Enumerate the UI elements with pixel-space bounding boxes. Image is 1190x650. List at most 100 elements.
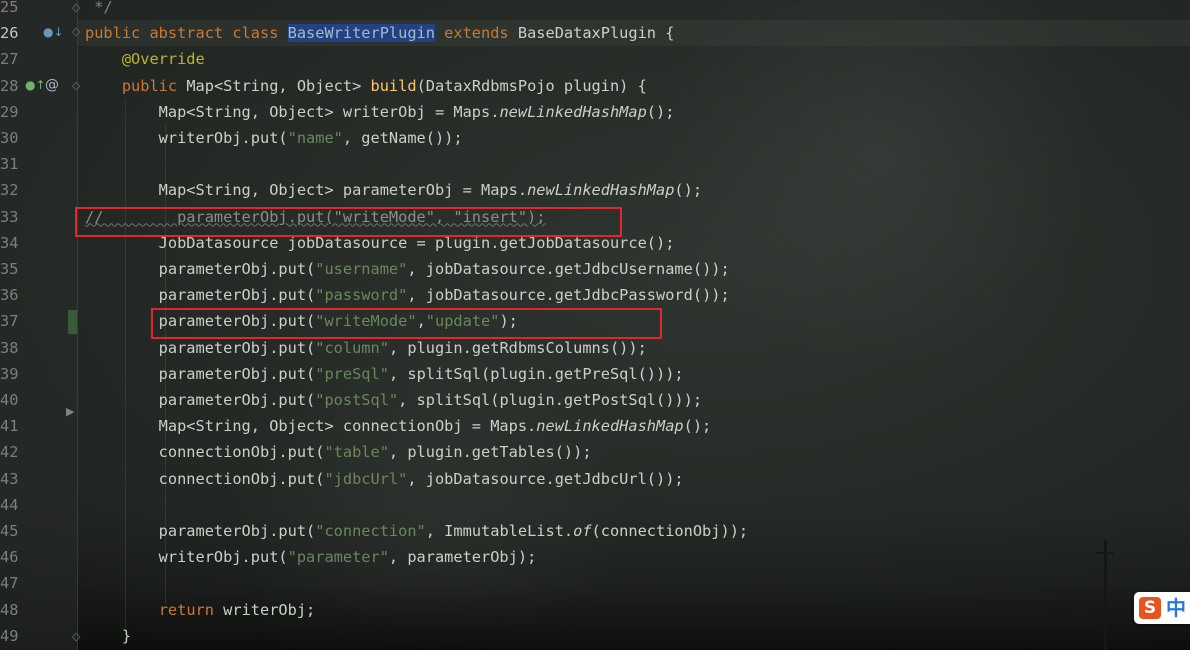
override-method-icon[interactable]: ●↑	[25, 78, 46, 92]
line-number[interactable]: 45	[0, 518, 18, 544]
line-number[interactable]: 30	[0, 125, 18, 151]
code-line[interactable]: 39 parameterObj.put("preSql", splitSql(p…	[0, 361, 1190, 387]
code-token: Map<String, Object>	[186, 76, 371, 95]
code-token: }	[85, 626, 132, 645]
fold-marker-icon[interactable]: ◇	[72, 630, 80, 643]
ime-indicator[interactable]: S 中	[1134, 592, 1190, 624]
code-text[interactable]: parameterObj.put("username", jobDatasour…	[85, 256, 730, 282]
code-token: "preSql"	[315, 364, 389, 383]
code-line[interactable]: 27 @Override	[0, 46, 1190, 72]
line-number[interactable]: 46	[0, 544, 18, 570]
code-token: parameterObj.put(	[85, 338, 316, 357]
code-text[interactable]: parameterObj.put("connection", Immutable…	[85, 518, 748, 544]
line-number[interactable]: 25	[0, 0, 18, 20]
line-number[interactable]: 47	[0, 570, 18, 596]
at-annotation-icon[interactable]: @	[45, 77, 59, 93]
line-number[interactable]: 32	[0, 177, 18, 203]
code-token: "username"	[315, 260, 408, 278]
line-number[interactable]: 27	[0, 46, 18, 72]
code-line[interactable]: 43 connectionObj.put("jdbcUrl", jobDatas…	[0, 466, 1190, 492]
code-text[interactable]: }	[85, 623, 131, 649]
code-line[interactable]: 26 public abstract class BaseWriterPlugin…	[0, 20, 1190, 46]
line-number[interactable]: 41	[0, 413, 18, 439]
code-token: "postSql"	[315, 391, 399, 409]
line-number[interactable]: 48	[0, 597, 18, 623]
code-line[interactable]: 46 writerObj.put("parameter", parameterO…	[0, 544, 1190, 570]
code-token: ();	[683, 417, 712, 436]
code-token: BaseDataxPlugin {	[517, 24, 675, 43]
code-text[interactable]: @Override	[85, 46, 205, 72]
code-line[interactable]: 31	[0, 151, 1190, 177]
fold-arrow-icon[interactable]: ▶	[66, 405, 74, 418]
fold-marker-icon[interactable]: ◇	[72, 25, 80, 38]
code-text[interactable]: connectionObj.put("jdbcUrl", jobDatasour…	[85, 466, 684, 492]
line-number[interactable]: 26	[0, 20, 18, 46]
line-number[interactable]: 49	[0, 623, 18, 649]
line-number[interactable]: 34	[0, 230, 18, 256]
sogou-logo-icon: S	[1139, 597, 1161, 619]
line-number[interactable]: 39	[0, 361, 18, 387]
code-token: Map<String, Object> writerObj = Maps.	[85, 102, 500, 121]
code-text[interactable]: Map<String, Object> writerObj = Maps.new…	[85, 99, 675, 125]
code-text[interactable]: public Map<String, Object> build(DataxRd…	[85, 73, 647, 99]
line-number[interactable]: 37	[0, 308, 18, 334]
code-token: , plugin.getTables());	[388, 443, 592, 462]
line-number[interactable]: 28	[0, 73, 18, 99]
line-number[interactable]: 36	[0, 282, 18, 308]
fold-marker-icon[interactable]: ◇	[72, 1, 80, 14]
code-token: writerObj.put(	[85, 129, 288, 147]
code-text[interactable]: Map<String, Object> parameterObj = Maps.…	[85, 177, 702, 203]
code-token: parameterObj.put(	[85, 286, 316, 305]
code-line[interactable]: 40 parameterObj.put("postSql", splitSql(…	[0, 387, 1190, 413]
line-number[interactable]: 42	[0, 439, 18, 465]
code-token: parameterObj.put(	[85, 260, 316, 278]
code-text[interactable]: parameterObj.put("postSql", splitSql(plu…	[85, 387, 702, 413]
code-text[interactable]: parameterObj.put("password", jobDatasour…	[85, 282, 730, 308]
fold-marker-icon[interactable]: ◇	[72, 79, 80, 92]
code-token: , ImmutableList.	[425, 522, 574, 540]
code-line[interactable]: 44	[0, 492, 1190, 518]
code-line[interactable]: 45 parameterObj.put("connection", Immuta…	[0, 518, 1190, 544]
code-text[interactable]: Map<String, Object> connectionObj = Maps…	[85, 413, 712, 439]
code-text[interactable]: */	[85, 0, 113, 20]
code-token: return	[158, 600, 224, 619]
code-token: connectionObj.put(	[85, 443, 325, 462]
code-text[interactable]: public abstract class BaseWriterPlugin e…	[85, 20, 674, 46]
code-line[interactable]: 47	[0, 570, 1190, 596]
line-number[interactable]: 31	[0, 151, 18, 177]
line-number[interactable]: 43	[0, 466, 18, 492]
code-line[interactable]: 32 Map<String, Object> parameterObj = Ma…	[0, 177, 1190, 203]
line-number[interactable]: 33	[0, 204, 18, 230]
code-text[interactable]: parameterObj.put("preSql", splitSql(plug…	[85, 361, 684, 387]
code-line[interactable]: 49 }	[0, 623, 1190, 649]
line-number[interactable]: 35	[0, 256, 18, 282]
code-line[interactable]: 36 parameterObj.put("password", jobDatas…	[0, 282, 1190, 308]
ime-mode-label[interactable]: 中	[1166, 594, 1186, 622]
code-line[interactable]: 35 parameterObj.put("username", jobDatas…	[0, 256, 1190, 282]
code-token: */	[85, 0, 113, 16]
code-token: newLinkedHashMap	[536, 417, 684, 436]
line-number[interactable]: 40	[0, 387, 18, 413]
code-line[interactable]: 48 return writerObj;	[0, 597, 1190, 623]
code-token: (connectionObj));	[591, 522, 749, 540]
code-text[interactable]: writerObj.put("name", getName());	[85, 125, 463, 151]
line-number[interactable]: 38	[0, 335, 18, 361]
code-line[interactable]: 30 writerObj.put("name", getName());	[0, 125, 1190, 151]
code-text[interactable]: connectionObj.put("table", plugin.getTab…	[85, 439, 592, 465]
code-token: "jdbcUrl"	[324, 469, 408, 488]
code-token: "connection"	[315, 522, 426, 540]
code-line[interactable]: 42 connectionObj.put("table", plugin.get…	[0, 439, 1190, 465]
code-token: Map<String, Object> connectionObj = Maps…	[85, 417, 537, 436]
code-line[interactable]: 29 Map<String, Object> writerObj = Maps.…	[0, 99, 1190, 125]
implemented-by-icon[interactable]: ●↓	[43, 25, 64, 39]
code-token: public	[121, 76, 187, 95]
code-line[interactable]: 41 Map<String, Object> connectionObj = M…	[0, 413, 1190, 439]
code-text[interactable]: writerObj.put("parameter", parameterObj)…	[85, 544, 537, 570]
code-line[interactable]: 25 */	[0, 0, 1190, 20]
code-line[interactable]: 28 public Map<String, Object> build(Data…	[0, 73, 1190, 99]
code-text[interactable]: return writerObj;	[85, 597, 316, 623]
line-number[interactable]: 29	[0, 99, 18, 125]
line-number[interactable]: 44	[0, 492, 18, 518]
code-token: writerObj;	[223, 600, 316, 619]
